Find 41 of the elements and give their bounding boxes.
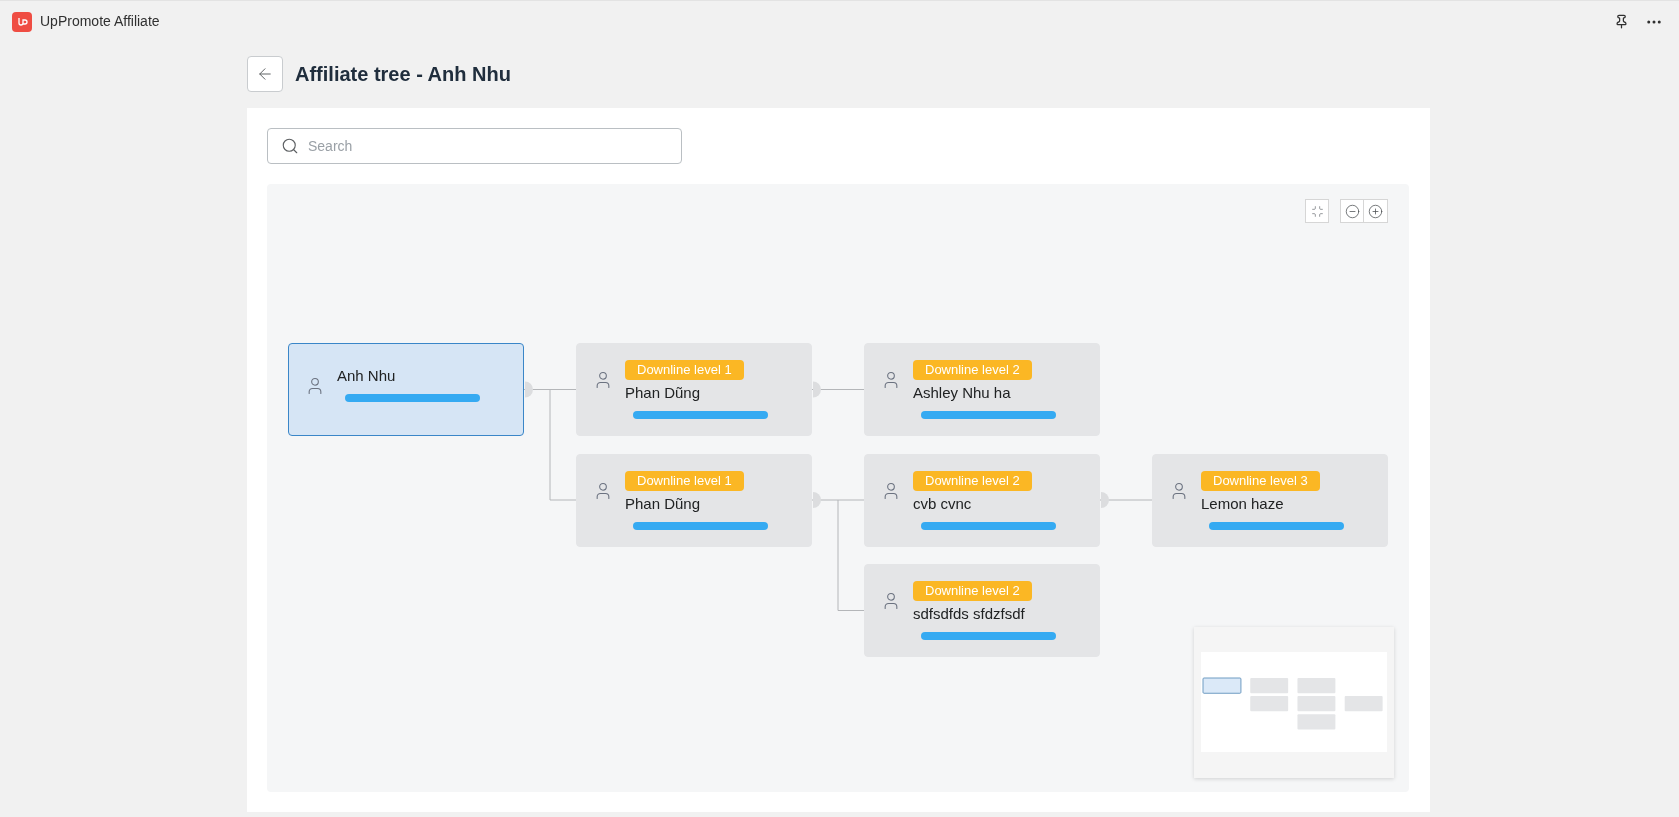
- fit-view-button[interactable]: [1305, 199, 1329, 223]
- level-badge: Downline level 2: [913, 470, 1032, 491]
- search-field[interactable]: Search: [267, 128, 682, 164]
- zoom-in-icon: [1368, 203, 1383, 219]
- affiliate-node[interactable]: Downline level 2 cvb cvnc: [864, 453, 1100, 547]
- expand-handle[interactable]: [1101, 492, 1109, 508]
- page-title: Affiliate tree - Anh Nhu: [295, 62, 511, 87]
- affiliate-name: Phan Dũng: [625, 383, 701, 403]
- expand-handle[interactable]: [813, 381, 821, 398]
- minimap[interactable]: [1194, 627, 1394, 778]
- app-logo-icon: [12, 11, 32, 32]
- connector-line: [1099, 499, 1153, 501]
- level-badge: Downline level 3: [1201, 470, 1320, 491]
- affiliate-node[interactable]: Downline level 2 Ashley Nhu ha: [864, 343, 1100, 436]
- affiliate-node[interactable]: Downline level 3 Lemon haze: [1152, 453, 1388, 547]
- connector-line: [811, 389, 865, 390]
- level-badge: Downline level 1: [625, 470, 744, 491]
- affiliate-name: sdfsdfds sfdzfsdf: [913, 604, 1025, 624]
- tree-canvas[interactable]: Anh Nhu Downline level 1 Phan Dũng Downline level 2 Ashley Nhu ha Downline level 1 Phan Dũng Downline level 2 cvb cvnc Downline level 3 Lemon haze Downline level 2 sdfsdfds sfdzfsdf: [267, 184, 1409, 792]
- affiliate-node[interactable]: Downline level 1 Phan Dũng: [576, 343, 812, 436]
- expand-handle[interactable]: [813, 492, 821, 508]
- zoom-in-button[interactable]: [1364, 199, 1388, 223]
- zoom-out-icon: [1344, 203, 1360, 219]
- affiliate-node[interactable]: Downline level 2 sdfsdfds sfdzfsdf: [864, 564, 1100, 657]
- zoom-out-button[interactable]: [1340, 199, 1364, 223]
- affiliate-name: cvb cvnc: [913, 493, 972, 514]
- back-button[interactable]: [247, 56, 283, 92]
- affiliate-name: Anh Nhu: [337, 366, 396, 386]
- affiliate-name: Phan Dũng: [625, 493, 701, 514]
- level-badge: Downline level 1: [625, 360, 744, 380]
- affiliate-node[interactable]: Downline level 1 Phan Dũng: [576, 453, 812, 547]
- pin-icon[interactable]: [1614, 14, 1629, 29]
- level-badge: Downline level 2: [913, 581, 1032, 601]
- shrink-icon: [1310, 204, 1324, 218]
- expand-handle[interactable]: [525, 381, 533, 398]
- search-icon: [281, 137, 299, 155]
- affiliate-name: Ashley Nhu ha: [913, 383, 1011, 403]
- app-title: UpPromote Affiliate: [40, 12, 160, 31]
- affiliate-node[interactable]: Anh Nhu: [288, 343, 524, 436]
- level-badge: Downline level 2: [913, 360, 1032, 380]
- affiliate-name: Lemon haze: [1201, 493, 1284, 514]
